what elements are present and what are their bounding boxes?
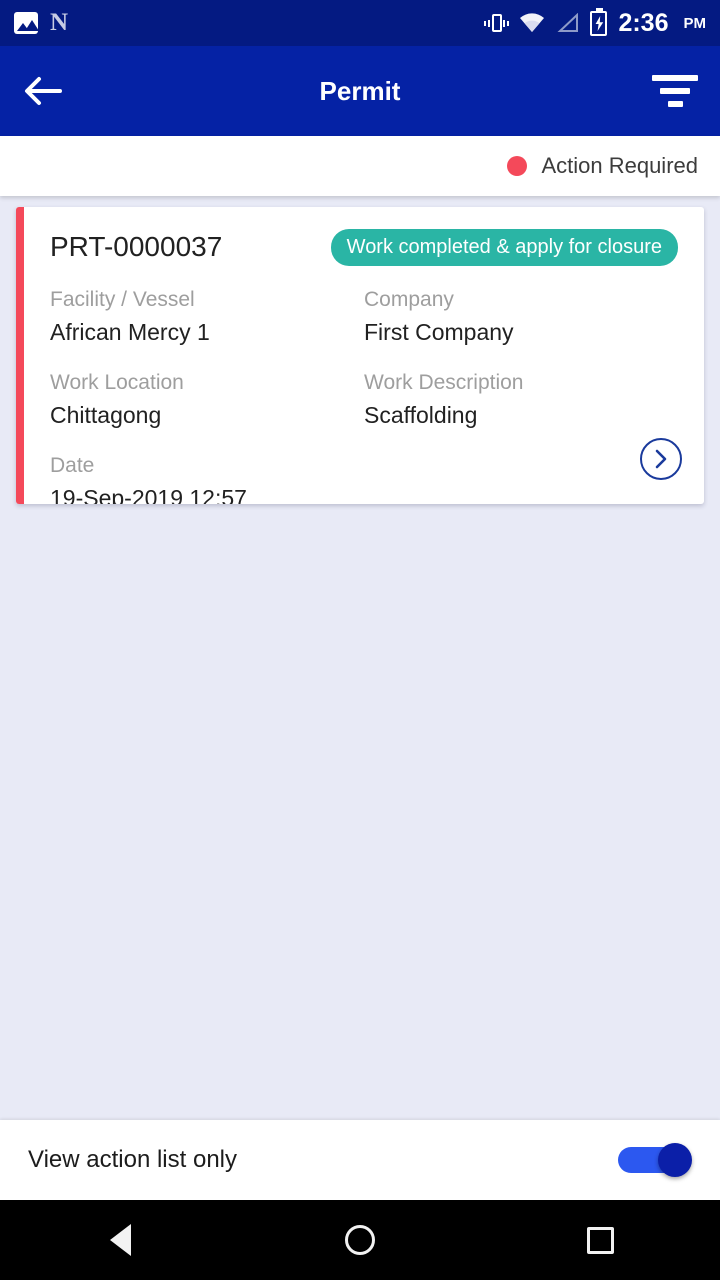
permit-list: PRT-0000037 Work completed & apply for c… xyxy=(0,196,720,1280)
bottom-bar: View action list only xyxy=(0,1120,720,1200)
filter-icon-bar-3 xyxy=(667,101,683,107)
app-screen: N 2:36 PM Permit Action Required PRT-000… xyxy=(0,0,720,1280)
field-label: Work Location xyxy=(50,371,184,394)
status-bar-right-icons: 2:36 PM xyxy=(484,7,707,38)
nav-back-button[interactable] xyxy=(0,1224,240,1256)
nav-home-button[interactable] xyxy=(240,1225,480,1255)
nav-recents-button[interactable] xyxy=(480,1226,720,1254)
field-work-location: Work Location Chittagong xyxy=(50,369,364,452)
page-title: Permit xyxy=(319,75,401,106)
field-value: 19-Sep-2019 12:57 xyxy=(50,485,247,504)
permit-card[interactable]: PRT-0000037 Work completed & apply for c… xyxy=(16,207,704,504)
status-bar-left-icons: N xyxy=(14,9,69,36)
field-value: Chittagong xyxy=(50,402,162,428)
action-required-dot-icon xyxy=(507,156,528,176)
permit-card-body: PRT-0000037 Work completed & apply for c… xyxy=(24,207,704,504)
wifi-icon xyxy=(519,13,545,33)
chevron-right-icon xyxy=(655,449,667,469)
android-n-icon: N xyxy=(50,9,69,36)
status-badge: Work completed & apply for closure xyxy=(330,229,678,266)
field-label: Facility / Vessel xyxy=(50,288,195,311)
app-bar: Permit xyxy=(0,46,720,136)
view-action-list-toggle[interactable] xyxy=(618,1143,692,1177)
filter-icon-bar-1 xyxy=(652,75,698,81)
field-spacer xyxy=(364,452,678,504)
permit-number: PRT-0000037 xyxy=(50,231,223,262)
permit-detail-button[interactable] xyxy=(640,438,682,480)
field-row: Facility / Vessel African Mercy 1 Compan… xyxy=(50,286,678,369)
status-bar: N 2:36 PM xyxy=(0,0,720,46)
field-date: Date 19-Sep-2019 12:57 xyxy=(50,452,364,504)
recents-nav-icon xyxy=(586,1226,614,1254)
legend-bar: Action Required xyxy=(0,136,720,196)
card-accent-bar xyxy=(16,207,24,504)
photo-icon xyxy=(14,12,38,34)
field-label: Work Description xyxy=(364,371,524,394)
field-value: First Company xyxy=(364,319,514,345)
permit-field-grid: Facility / Vessel African Mercy 1 Compan… xyxy=(50,286,678,504)
arrow-left-icon xyxy=(25,77,62,105)
toggle-thumb xyxy=(658,1143,692,1177)
back-button[interactable] xyxy=(0,46,84,136)
field-value: Scaffolding xyxy=(364,402,478,428)
legend-label: Action Required xyxy=(541,153,698,178)
field-work-description: Work Description Scaffolding xyxy=(364,369,678,452)
battery-charging-icon xyxy=(590,7,608,36)
field-label: Date xyxy=(50,454,95,477)
field-label: Company xyxy=(364,288,454,311)
view-action-list-label: View action list only xyxy=(28,1146,237,1173)
vibrate-icon xyxy=(484,11,510,35)
system-navigation-bar xyxy=(0,1200,720,1280)
field-row: Date 19-Sep-2019 12:57 xyxy=(50,452,678,504)
status-bar-ampm: PM xyxy=(683,14,707,32)
field-facility-vessel: Facility / Vessel African Mercy 1 xyxy=(50,286,364,369)
field-value: African Mercy 1 xyxy=(50,319,210,345)
cell-signal-icon xyxy=(556,12,579,33)
permit-card-header: PRT-0000037 Work completed & apply for c… xyxy=(50,229,678,266)
home-nav-icon xyxy=(345,1225,375,1255)
field-company: Company First Company xyxy=(364,286,678,369)
filter-icon-bar-2 xyxy=(660,88,690,94)
field-row: Work Location Chittagong Work Descriptio… xyxy=(50,369,678,452)
filter-button[interactable] xyxy=(630,46,720,136)
back-nav-icon xyxy=(109,1224,131,1256)
status-bar-clock: 2:36 xyxy=(618,8,669,37)
